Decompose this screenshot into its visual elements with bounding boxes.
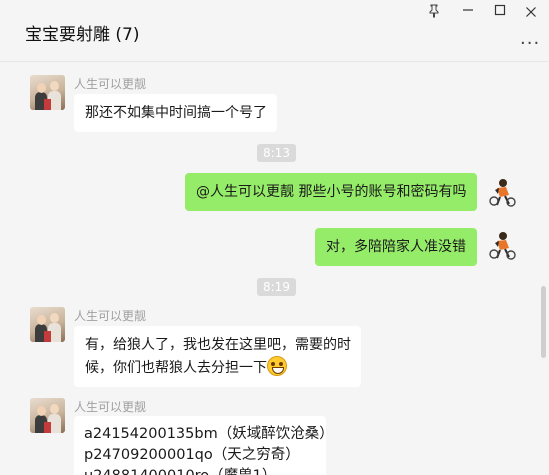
- message-bubble[interactable]: @人生可以更靓 那些小号的账号和密码有吗: [185, 173, 478, 211]
- message-bubble[interactable]: a24154200135bm（妖域醉饮沧桑） p24709200001qo（天之…: [74, 416, 334, 475]
- grin-emoji: [267, 356, 287, 376]
- close-icon[interactable]: [521, 4, 541, 22]
- message-line-text: 候，你们也帮狼人去分担一下: [85, 360, 267, 376]
- more-icon[interactable]: ...: [520, 28, 540, 49]
- message-line: 候，你们也帮狼人去分担一下: [85, 356, 350, 379]
- user-avatar[interactable]: [30, 307, 65, 342]
- timestamp: 8:19: [257, 278, 296, 296]
- message-bubble[interactable]: 那还不如集中时间搞一个号了: [74, 94, 277, 132]
- minimize-icon[interactable]: [458, 4, 478, 22]
- message-line: u24881400010ro（魔兽1）: [84, 466, 316, 475]
- sender-name: 人生可以更靓: [74, 309, 147, 323]
- user-avatar[interactable]: [30, 398, 65, 433]
- timestamp: 8:13: [257, 144, 296, 162]
- message-line: a24154200135bm（妖域醉饮沧桑）: [84, 426, 334, 442]
- message-bubble[interactable]: 有，给狼人了，我也发在这里吧，需要的时 候，你们也帮狼人去分担一下: [74, 326, 361, 387]
- chat-title: 宝宝要射雕 (7): [25, 25, 140, 45]
- title-bar: 宝宝要射雕 (7) ...: [0, 0, 549, 62]
- pin-icon[interactable]: [424, 4, 444, 22]
- maximize-icon[interactable]: [490, 4, 510, 22]
- scrollbar[interactable]: [541, 286, 546, 358]
- chat-area: 人生可以更靓 那还不如集中时间搞一个号了 8:13 @人生可以更靓 那些小号的账…: [0, 63, 549, 475]
- self-avatar[interactable]: [486, 176, 518, 208]
- sender-name: 人生可以更靓: [74, 400, 147, 414]
- user-avatar[interactable]: [30, 75, 65, 110]
- message-bubble[interactable]: 对，多陪陪家人准没错: [315, 228, 477, 266]
- message-line: 有，给狼人了，我也发在这里吧，需要的时: [85, 337, 351, 353]
- message-line: p24709200001qo（天之穷奇）: [84, 447, 300, 463]
- sender-name: 人生可以更靓: [74, 77, 147, 91]
- self-avatar[interactable]: [486, 229, 518, 261]
